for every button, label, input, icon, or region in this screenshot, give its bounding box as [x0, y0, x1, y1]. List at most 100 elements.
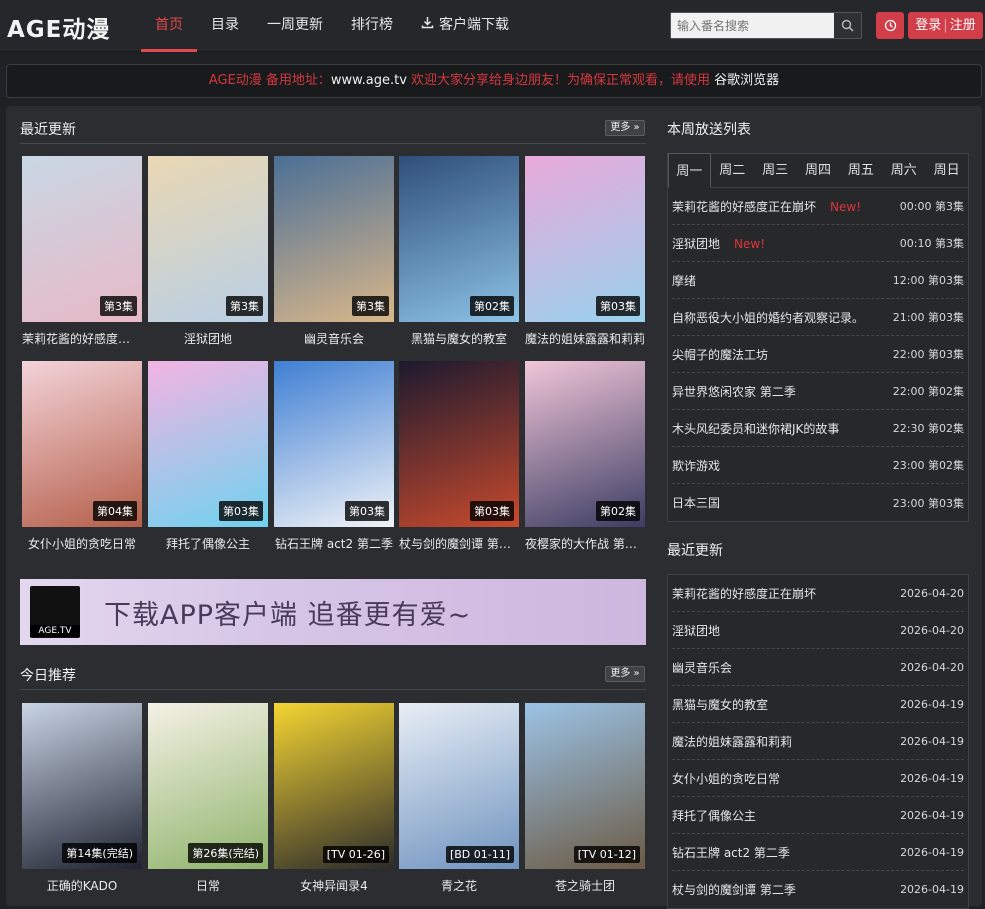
tab-weekday[interactable]: 周一: [668, 153, 711, 188]
schedule-anime-title[interactable]: 茉莉花酱的好感度正在崩坏: [672, 200, 816, 214]
latest-anime-title[interactable]: 黑猫与魔女的教室: [672, 696, 768, 713]
anime-card[interactable]: 第04集女仆小姐的贪吃日常: [22, 361, 142, 552]
tab-weekday[interactable]: 周六: [882, 154, 925, 187]
anime-title[interactable]: 淫狱团地: [148, 330, 268, 347]
latest-row[interactable]: 钻石王牌 act2 第二季 2026-04-19: [672, 834, 964, 871]
anime-card[interactable]: [TV 01-12] 苍之骑士团: [525, 703, 645, 894]
schedule-anime-title[interactable]: 自称恶役大小姐的婚约者观察记录。: [672, 311, 864, 325]
latest-row[interactable]: 女仆小姐的贪吃日常 2026-04-19: [672, 760, 964, 797]
schedule-anime-title[interactable]: 尖帽子的魔法工坊: [672, 348, 768, 362]
schedule-row[interactable]: 茉莉花酱的好感度正在崩坏 New! 00:00 第3集: [672, 188, 964, 225]
anime-card[interactable]: 第03集拜托了偶像公主: [148, 361, 268, 552]
latest-row[interactable]: 杖与剑的魔剑谭 第二季 2026-04-19: [672, 871, 964, 908]
search-button[interactable]: [834, 13, 861, 38]
schedule-row[interactable]: 异世界悠闲农家 第二季 22:00 第02集: [672, 373, 964, 410]
app-download-banner[interactable]: AGE.TV 下载APP客户端 追番更有爱~: [20, 579, 646, 645]
schedule-row[interactable]: 日本三国 23:00 第03集: [672, 484, 964, 521]
anime-title[interactable]: 女仆小姐的贪吃日常: [22, 535, 142, 552]
anime-title[interactable]: 夜樱家的大作战 第二季: [525, 535, 645, 552]
anime-card[interactable]: [BD 01-11] 青之花: [399, 703, 519, 894]
anime-card[interactable]: 第03集杖与剑的魔剑谭 第二季: [399, 361, 519, 552]
anime-poster[interactable]: 第3集: [274, 156, 394, 322]
schedule-anime-title[interactable]: 欺诈游戏: [672, 459, 720, 473]
anime-title[interactable]: 拜托了偶像公主: [148, 535, 268, 552]
anime-poster[interactable]: 第03集: [525, 156, 645, 322]
latest-anime-title[interactable]: 幽灵音乐会: [672, 659, 732, 676]
latest-row[interactable]: 黑猫与魔女的教室 2026-04-19: [672, 686, 964, 723]
tab-weekday[interactable]: 周二: [711, 154, 754, 187]
latest-anime-title[interactable]: 钻石王牌 act2 第二季: [672, 844, 790, 861]
anime-poster[interactable]: [TV 01-12]: [525, 703, 645, 869]
search-input[interactable]: [671, 13, 834, 38]
latest-anime-title[interactable]: 拜托了偶像公主: [672, 807, 756, 824]
site-logo[interactable]: AGE动漫: [7, 10, 110, 44]
recent-more-button[interactable]: 更多 »: [605, 120, 645, 136]
schedule-row[interactable]: 木头风纪委员和迷你裙JK的故事 22:30 第02集: [672, 410, 964, 447]
login-label[interactable]: 登录: [915, 18, 941, 33]
anime-poster[interactable]: 第3集: [148, 156, 268, 322]
anime-card[interactable]: 第3集淫狱团地: [148, 156, 268, 347]
recommend-more-button[interactable]: 更多 »: [605, 666, 645, 682]
schedule-anime-title[interactable]: 木头风纪委员和迷你裙JK的故事: [672, 422, 839, 436]
anime-poster[interactable]: 第02集: [399, 156, 519, 322]
anime-poster[interactable]: 第3集: [22, 156, 142, 322]
latest-anime-title[interactable]: 魔法的姐妹露露和莉莉: [672, 733, 792, 750]
notice-browser[interactable]: 谷歌浏览器: [714, 73, 779, 88]
schedule-anime-title[interactable]: 摩绪: [672, 274, 696, 288]
latest-row[interactable]: 拜托了偶像公主 2026-04-19: [672, 797, 964, 834]
anime-card[interactable]: 第03集钻石王牌 act2 第二季: [274, 361, 394, 552]
anime-card[interactable]: 第02集夜樱家的大作战 第二季: [525, 361, 645, 552]
anime-poster[interactable]: 第03集: [399, 361, 519, 527]
login-register-button[interactable]: 登录 | 注册: [908, 12, 983, 39]
nav-download[interactable]: 客户端下载: [407, 0, 523, 52]
tab-weekday[interactable]: 周五: [839, 154, 882, 187]
anime-card[interactable]: 第3集茉莉花酱的好感度正在崩坏: [22, 156, 142, 347]
schedule-anime-title[interactable]: 异世界悠闲农家 第二季: [672, 385, 796, 399]
schedule-row[interactable]: 自称恶役大小姐的婚约者观察记录。 21:00 第03集: [672, 299, 964, 336]
anime-title[interactable]: 杖与剑的魔剑谭 第二季: [399, 535, 519, 552]
schedule-row[interactable]: 摩绪 12:00 第03集: [672, 262, 964, 299]
register-label[interactable]: 注册: [950, 18, 976, 33]
tab-weekday[interactable]: 周日: [925, 154, 968, 187]
anime-poster[interactable]: 第04集: [22, 361, 142, 527]
anime-title[interactable]: 钻石王牌 act2 第二季: [274, 535, 394, 552]
anime-card[interactable]: 第02集黑猫与魔女的教室: [399, 156, 519, 347]
anime-title[interactable]: 黑猫与魔女的教室: [399, 330, 519, 347]
anime-card[interactable]: [TV 01-26] 女神异闻录4: [274, 703, 394, 894]
latest-anime-title[interactable]: 茉莉花酱的好感度正在崩坏: [672, 585, 816, 602]
nav-catalog[interactable]: 目录: [197, 0, 253, 52]
latest-row[interactable]: 淫狱团地 2026-04-20: [672, 612, 964, 649]
anime-title[interactable]: 魔法的姐妹露露和莉莉: [525, 330, 645, 347]
anime-title[interactable]: 茉莉花酱的好感度正在崩坏: [22, 330, 142, 347]
anime-card[interactable]: 第14集(完结) 正确的KADO: [22, 703, 142, 894]
schedule-row[interactable]: 欺诈游戏 23:00 第02集: [672, 447, 964, 484]
schedule-row[interactable]: 淫狱团地 New! 00:10 第3集: [672, 225, 964, 262]
nav-home[interactable]: 首页: [141, 0, 197, 52]
anime-poster[interactable]: 第03集: [148, 361, 268, 527]
latest-row[interactable]: 魔法的姐妹露露和莉莉 2026-04-19: [672, 723, 964, 760]
notice-url[interactable]: www.age.tv: [331, 73, 407, 88]
anime-poster[interactable]: 第03集: [274, 361, 394, 527]
history-button[interactable]: [876, 12, 904, 39]
tab-weekday[interactable]: 周四: [797, 154, 840, 187]
anime-card[interactable]: 第26集(完结) 日常: [148, 703, 268, 894]
schedule-anime-title[interactable]: 日本三国: [672, 496, 720, 510]
anime-title[interactable]: 青之花: [399, 877, 519, 894]
anime-poster[interactable]: [TV 01-26]: [274, 703, 394, 869]
anime-title[interactable]: 女神异闻录4: [274, 877, 394, 894]
tab-weekday[interactable]: 周三: [754, 154, 797, 187]
anime-title[interactable]: 幽灵音乐会: [274, 330, 394, 347]
anime-poster[interactable]: 第02集: [525, 361, 645, 527]
nav-ranking[interactable]: 排行榜: [337, 0, 407, 52]
latest-anime-title[interactable]: 女仆小姐的贪吃日常: [672, 770, 780, 787]
latest-anime-title[interactable]: 淫狱团地: [672, 622, 720, 639]
latest-anime-title[interactable]: 杖与剑的魔剑谭 第二季: [672, 881, 796, 898]
anime-card[interactable]: 第03集魔法的姐妹露露和莉莉: [525, 156, 645, 347]
anime-poster[interactable]: [BD 01-11]: [399, 703, 519, 869]
anime-card[interactable]: 第3集幽灵音乐会: [274, 156, 394, 347]
anime-poster[interactable]: 第26集(完结): [148, 703, 268, 869]
anime-title[interactable]: 日常: [148, 877, 268, 894]
schedule-anime-title[interactable]: 淫狱团地: [672, 237, 720, 251]
anime-title[interactable]: 苍之骑士团: [525, 877, 645, 894]
nav-weekly[interactable]: 一周更新: [253, 0, 337, 52]
